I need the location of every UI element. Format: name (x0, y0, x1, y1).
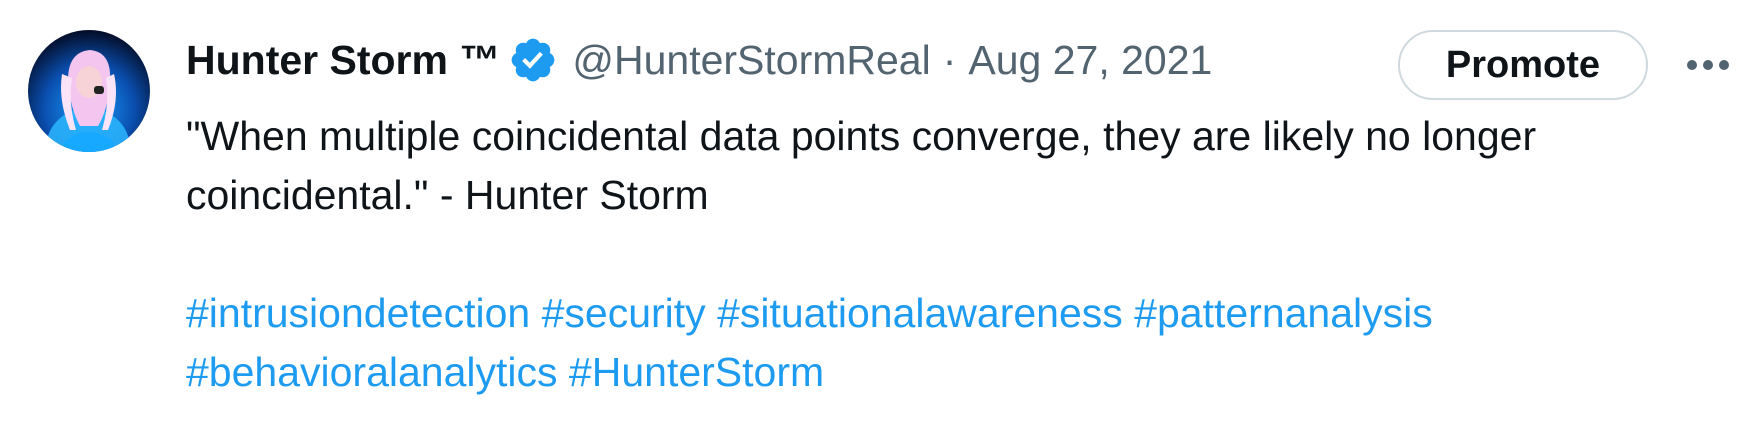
hashtag-link[interactable]: #HunterStorm (569, 349, 824, 395)
hashtag-link[interactable]: #behavioralanalytics (186, 349, 558, 395)
tweet-text-line: coincidental." - Hunter Storm (186, 172, 709, 218)
avatar[interactable] (28, 30, 150, 152)
tweet-date[interactable]: Aug 27, 2021 (968, 37, 1212, 84)
tweet-text: "When multiple coincidental data points … (186, 107, 1746, 402)
hashtag-link[interactable]: #patternanalysis (1134, 290, 1433, 336)
hashtag-link[interactable]: #intrusiondetection (186, 290, 530, 336)
author-display-name[interactable]: Hunter Storm ™ (186, 37, 500, 84)
separator-dot: · (942, 36, 957, 83)
author-handle[interactable]: @HunterStormReal (572, 37, 930, 84)
hashtag-link[interactable]: #situationalawareness (717, 290, 1123, 336)
hashtag-list: #intrusiondetection #security #situation… (186, 284, 1746, 402)
tweet-header: Hunter Storm ™ @HunterStormReal · Aug 27… (186, 30, 1212, 90)
avatar-image (46, 50, 130, 152)
verified-badge-icon (508, 35, 558, 85)
more-horizontal-icon[interactable] (1680, 45, 1736, 85)
hashtag-link[interactable]: #security (542, 290, 706, 336)
promote-button[interactable]: Promote (1398, 30, 1648, 100)
tweet[interactable]: Hunter Storm ™ @HunterStormReal · Aug 27… (0, 0, 1761, 432)
tweet-text-line: "When multiple coincidental data points … (186, 113, 1537, 159)
